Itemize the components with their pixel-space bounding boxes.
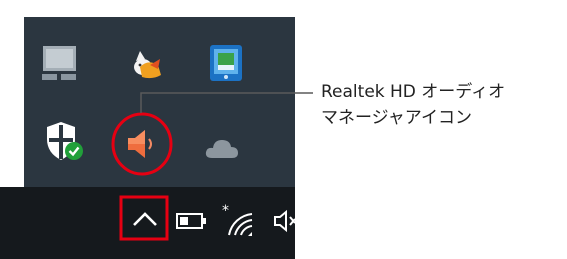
chevron-highlight-box [119,195,169,241]
caption-line-2: マネージャアイコン [321,108,472,128]
annotation-caption: Realtek HD オーディオ マネージャアイコン [321,79,505,131]
speaker-highlight-circle [111,112,173,176]
caption-line-1: Realtek HD オーディオ [321,82,506,102]
leader-line [140,92,313,113]
